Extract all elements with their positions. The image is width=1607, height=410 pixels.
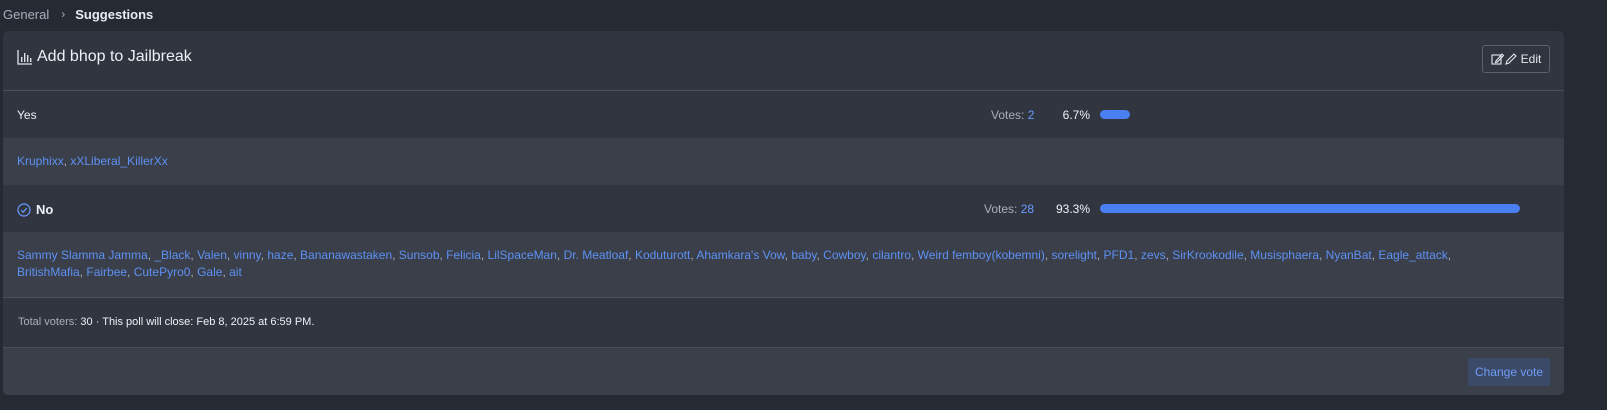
chevron-right-icon: › (61, 7, 66, 21)
voter-link[interactable]: Koduturott (635, 248, 690, 262)
votes-count-link[interactable]: 28 (1021, 202, 1034, 216)
poll-answer-yes: Yes Votes: 2 6.7% (3, 91, 1564, 138)
poll-footer: Change vote (3, 347, 1564, 395)
edit-pencil-icon (1491, 53, 1517, 65)
votes-yes: Votes: 2 (991, 108, 1034, 122)
voters-yes: Kruphixx, xXLiberal_KillerXx (3, 138, 1564, 185)
total-voters-value: 30 (80, 316, 93, 328)
edit-button[interactable]: Edit (1482, 45, 1550, 73)
voter-link[interactable]: LilSpaceMan (488, 248, 557, 262)
poll-info: Total voters: 30 · This poll will close:… (18, 316, 314, 328)
poll-block: Add bhop to Jailbreak Edit Yes Votes: 2 … (3, 31, 1564, 395)
voter-link[interactable]: SirKrookodile (1172, 248, 1243, 262)
voter-separator: , (556, 248, 564, 262)
voter-separator: , (1134, 248, 1141, 262)
voter-link[interactable]: Gale (197, 265, 222, 279)
voter-link[interactable]: cilantro (872, 248, 911, 262)
voter-separator: , (480, 248, 488, 262)
breadcrumb-current[interactable]: Suggestions (75, 7, 153, 22)
info-separator: · (95, 316, 100, 328)
voter-separator: , (911, 248, 918, 262)
voter-link[interactable]: Ahamkara's Vow (696, 248, 784, 262)
breadcrumb: General › Suggestions (3, 5, 153, 23)
voter-link[interactable]: _Black (154, 248, 190, 262)
voter-separator: , (1096, 248, 1104, 262)
voter-link[interactable]: Felicia (446, 248, 481, 262)
voter-link[interactable]: Cowboy (823, 248, 865, 262)
voter-link[interactable]: sorelight (1052, 248, 1097, 262)
voter-link[interactable]: NyanBat (1326, 248, 1372, 262)
voter-list-no: Sammy Slamma Jamma, _Black, Valen, vinny… (17, 247, 1504, 281)
voter-separator: , (226, 248, 234, 262)
voter-link[interactable]: Kruphixx (17, 154, 64, 168)
voter-link[interactable]: Bananawastaken (300, 248, 392, 262)
votes-no: Votes: 28 (984, 202, 1034, 216)
voter-link[interactable]: Eagle_attack (1378, 248, 1447, 262)
breadcrumb-general-link[interactable]: General (3, 7, 49, 22)
check-circle-icon (17, 202, 31, 217)
answer-label-no: No (17, 202, 53, 217)
percent-yes: 6.7% (1062, 108, 1090, 122)
voter-link[interactable]: Musisphaera (1250, 248, 1319, 262)
voters-no: Sammy Slamma Jamma, _Black, Valen, vinny… (3, 232, 1564, 298)
change-vote-button[interactable]: Change vote (1468, 358, 1550, 386)
voter-link[interactable]: baby (791, 248, 816, 262)
poll-bar-no (1100, 204, 1520, 213)
voter-list-yes: Kruphixx, xXLiberal_KillerXx (17, 153, 1504, 170)
answer-text: No (36, 202, 54, 217)
voter-separator: , (1044, 248, 1052, 262)
voter-link[interactable]: Valen (197, 248, 227, 262)
voter-link[interactable]: Weird femboy(kobemni) (918, 248, 1045, 262)
poll-title: Add bhop to Jailbreak (17, 48, 192, 66)
voter-link[interactable]: Sammy Slamma Jamma (17, 248, 148, 262)
voter-link[interactable]: CutePyro0 (134, 265, 191, 279)
votes-label: Votes: (991, 108, 1025, 122)
voter-link[interactable]: haze (267, 248, 293, 262)
voter-link[interactable]: xXLiberal_KillerXx (70, 154, 167, 168)
voter-link[interactable]: Fairbee (86, 265, 127, 279)
voter-link[interactable]: Dr. Meatloaf (564, 248, 629, 262)
voter-separator: , (127, 265, 134, 279)
total-voters-label: Total voters: (18, 316, 78, 328)
poll-close-text: This poll will close: Feb 8, 2025 at 6:5… (102, 316, 315, 328)
voter-link[interactable]: zevs (1141, 248, 1166, 262)
voter-link[interactable]: ait (229, 265, 242, 279)
votes-count-link[interactable]: 2 (1028, 108, 1035, 122)
votes-label: Votes: (984, 202, 1018, 216)
poll-title-text: Add bhop to Jailbreak (37, 48, 192, 65)
poll-bar-yes (1100, 110, 1130, 119)
voter-link[interactable]: Sunsob (399, 248, 440, 262)
voter-link[interactable]: vinny (234, 248, 261, 262)
bar-chart-icon (17, 50, 32, 65)
voter-link[interactable]: BritishMafia (17, 265, 80, 279)
voter-link[interactable]: PFD1 (1104, 248, 1135, 262)
voter-separator: , (1447, 248, 1452, 262)
percent-no: 93.3% (1055, 202, 1090, 216)
voter-separator: , (628, 248, 635, 262)
answer-text: Yes (17, 108, 37, 122)
voter-separator: , (1319, 248, 1326, 262)
answer-label-yes: Yes (17, 108, 37, 122)
poll-header: Add bhop to Jailbreak Edit (3, 31, 1564, 91)
edit-button-label: Edit (1520, 52, 1542, 66)
poll-answer-no: No Votes: 28 93.3% (3, 185, 1564, 232)
voter-separator: , (392, 248, 399, 262)
